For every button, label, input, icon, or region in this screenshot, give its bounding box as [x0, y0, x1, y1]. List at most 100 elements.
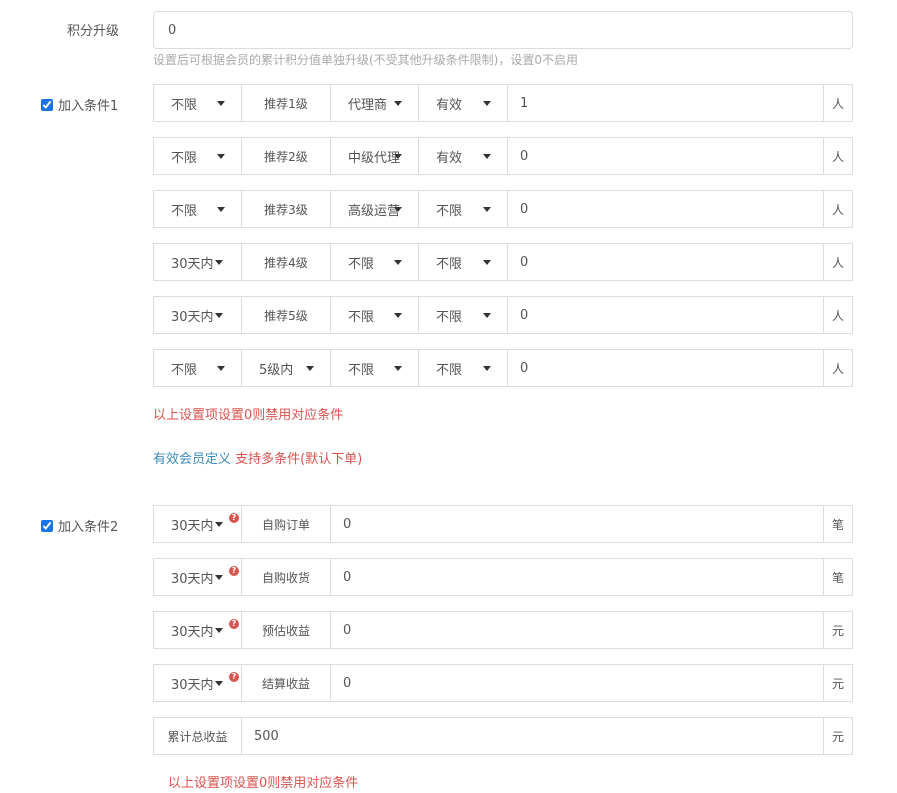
condition2-toggle[interactable]: 加入条件2	[41, 516, 118, 535]
unit-text: 元	[831, 676, 844, 691]
period-select[interactable]: 不限	[154, 191, 242, 227]
caret-down-icon	[394, 366, 402, 371]
unit-text: 人	[831, 308, 844, 323]
question-circle-icon[interactable]: ?	[229, 566, 239, 576]
status-select[interactable]: 不限	[419, 297, 508, 333]
unit-text: 人	[831, 96, 844, 111]
condition2-row: 30天内? 结算收益 0 元	[153, 664, 853, 702]
question-circle-icon[interactable]: ?	[229, 619, 239, 629]
total-income-value: 500	[254, 728, 279, 744]
level-label: 推荐2级	[242, 138, 331, 174]
period-select[interactable]: 不限	[154, 350, 242, 386]
level-label: 推荐3级	[242, 191, 331, 227]
period-select[interactable]: 30天内?	[154, 506, 242, 542]
agent-select[interactable]: 代理商	[331, 85, 419, 121]
metric-label: 结算收益	[242, 665, 331, 701]
valid-member-definition-link[interactable]: 有效会员定义	[153, 452, 231, 467]
unit-text: 元	[831, 729, 844, 744]
condition1-row: 不限 5级内 不限 不限 0 人	[153, 349, 853, 387]
condition1-label: 加入条件1	[58, 99, 119, 114]
status-select[interactable]: 不限	[419, 244, 508, 280]
level-text: 推荐5级	[264, 308, 308, 323]
unit-label: 人	[824, 85, 852, 121]
period-select[interactable]: 30天内	[154, 297, 242, 333]
agent-value: 不限	[348, 309, 375, 325]
count-input[interactable]: 0	[508, 297, 824, 333]
agent-select[interactable]: 不限	[331, 350, 419, 386]
caret-down-icon	[483, 313, 491, 318]
unit-label: 人	[824, 244, 852, 280]
condition1-row: 不限 推荐2级 中级代理 有效 0 人	[153, 137, 853, 175]
condition2-note: 以上设置项设置0则禁用对应条件	[168, 776, 359, 791]
question-circle-icon[interactable]: ?	[229, 672, 239, 682]
unit-text: 人	[831, 255, 844, 270]
period-select[interactable]: 30天内?	[154, 665, 242, 701]
caret-down-icon	[215, 313, 223, 318]
caret-down-icon	[217, 154, 225, 159]
condition1-row: 30天内 推荐4级 不限 不限 0 人	[153, 243, 853, 281]
caret-down-icon	[483, 366, 491, 371]
metric-value: 0	[343, 675, 352, 691]
unit-label: 人	[824, 191, 852, 227]
count-input[interactable]: 1	[508, 85, 824, 121]
status-select[interactable]: 不限	[419, 191, 508, 227]
unit-label: 元	[824, 718, 852, 754]
period-value: 30天内	[171, 571, 214, 587]
metric-input[interactable]: 0	[331, 612, 824, 648]
status-value: 有效	[436, 150, 463, 166]
caret-down-icon	[215, 628, 223, 633]
unit-label: 人	[824, 138, 852, 174]
points-upgrade-input[interactable]: 0	[153, 11, 853, 49]
condition2-row: 30天内? 自购收货 0 笔	[153, 558, 853, 596]
level-select[interactable]: 5级内	[242, 350, 331, 386]
agent-value: 不限	[348, 256, 375, 272]
period-select[interactable]: 不限	[154, 138, 242, 174]
count-input[interactable]: 0	[508, 244, 824, 280]
agent-select[interactable]: 中级代理	[331, 138, 419, 174]
metric-input[interactable]: 0	[331, 559, 824, 595]
agent-value: 不限	[348, 362, 375, 378]
unit-text: 笔	[831, 517, 844, 532]
caret-down-icon	[306, 366, 314, 371]
count-input[interactable]: 0	[508, 350, 824, 386]
metric-input[interactable]: 0	[331, 506, 824, 542]
count-value: 0	[520, 148, 529, 164]
period-select[interactable]: 不限	[154, 85, 242, 121]
level-text: 推荐2级	[264, 149, 308, 164]
question-circle-icon[interactable]: ?	[229, 513, 239, 523]
count-input[interactable]: 0	[508, 191, 824, 227]
period-select[interactable]: 30天内	[154, 244, 242, 280]
period-value: 不限	[171, 97, 198, 113]
period-value: 30天内	[171, 518, 214, 534]
multi-condition-note: 支持多条件(默认下单)	[235, 452, 363, 467]
agent-value: 代理商	[348, 97, 388, 113]
status-select[interactable]: 不限	[419, 350, 508, 386]
period-select[interactable]: 30天内?	[154, 612, 242, 648]
caret-down-icon	[394, 101, 402, 106]
caret-down-icon	[215, 575, 223, 580]
metric-input[interactable]: 0	[331, 665, 824, 701]
caret-down-icon	[217, 366, 225, 371]
period-value: 30天内	[171, 256, 214, 272]
condition2-checkbox[interactable]	[41, 519, 53, 532]
status-select[interactable]: 有效	[419, 85, 508, 121]
period-value: 不限	[171, 150, 198, 166]
count-value: 0	[520, 254, 529, 270]
total-income-input[interactable]: 500	[242, 718, 824, 754]
points-upgrade-hint: 设置后可根据会员的累计积分值单独升级(不受其他升级条件限制)，设置0不启用	[153, 53, 579, 67]
condition1-row: 不限 推荐1级 代理商 有效 1 人	[153, 84, 853, 122]
condition1-checkbox[interactable]	[41, 98, 53, 111]
status-select[interactable]: 有效	[419, 138, 508, 174]
count-value: 1	[520, 95, 529, 111]
agent-select[interactable]: 不限	[331, 297, 419, 333]
agent-select[interactable]: 高级运营	[331, 191, 419, 227]
agent-select[interactable]: 不限	[331, 244, 419, 280]
metric-label: 预估收益	[242, 612, 331, 648]
agent-value: 高级运营	[348, 203, 401, 219]
period-select[interactable]: 30天内?	[154, 559, 242, 595]
metric-label: 自购订单	[242, 506, 331, 542]
count-input[interactable]: 0	[508, 138, 824, 174]
level-text: 推荐1级	[264, 96, 308, 111]
caret-down-icon	[394, 207, 402, 212]
condition1-toggle[interactable]: 加入条件1	[41, 95, 118, 114]
